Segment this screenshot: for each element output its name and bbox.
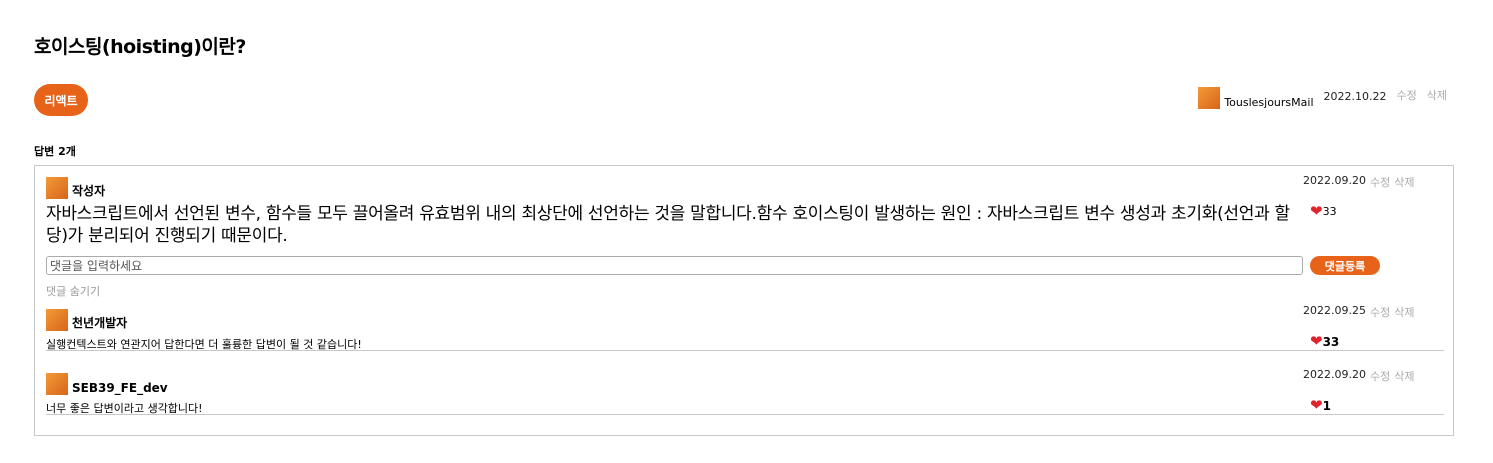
comment-author[interactable]: SEB39_FE_dev: [46, 373, 168, 395]
answer-card: 작성자 2022.09.20 수정 삭제 자바스크립트에서 선언된 변수, 함수…: [34, 165, 1454, 436]
answer-count: 답변 2개: [34, 145, 76, 158]
comment-like-button[interactable]: ❤ 1: [1310, 398, 1331, 413]
comment-delete-button[interactable]: 삭제: [1394, 304, 1414, 320]
comment-author[interactable]: 천년개발자: [46, 309, 127, 331]
question-date: 2022.10.22: [1323, 90, 1387, 103]
comment-item: 천년개발자 2022.09.25 수정 삭제 실행컨텍스트와 연관지어 답한다면…: [46, 304, 1444, 351]
hide-comments-link[interactable]: 댓글 숨기기: [46, 283, 100, 299]
comment-like-count: 1: [1322, 398, 1331, 413]
question-author-name: TouslesjoursMail: [1224, 96, 1314, 109]
comment-author-name: SEB39_FE_dev: [72, 381, 168, 395]
comment-meta: 2022.09.25 수정 삭제: [1303, 304, 1414, 320]
comment-like-button[interactable]: ❤ 33: [1310, 334, 1339, 349]
answer-like-count: 33: [1322, 205, 1337, 218]
page-title: 호이스팅(hoisting)이란?: [34, 36, 246, 58]
answer-author[interactable]: 작성자: [46, 177, 105, 199]
question-delete-button[interactable]: 삭제: [1427, 87, 1447, 103]
avatar: [46, 177, 68, 199]
comment-text: 너무 좋은 답변이라고 생각합니다!: [46, 402, 203, 415]
tag-button[interactable]: 리액트: [34, 84, 88, 116]
question-author[interactable]: TouslesjoursMail: [1198, 87, 1314, 109]
heart-icon: ❤: [1310, 202, 1323, 220]
answer-meta: 2022.09.20 수정 삭제: [1303, 174, 1414, 190]
question-edit-button[interactable]: 수정: [1397, 87, 1417, 103]
comment-author-name: 천년개발자: [72, 316, 128, 330]
answer-author-name: 작성자: [72, 184, 106, 198]
comment-date: 2022.09.20: [1303, 368, 1366, 381]
heart-icon: ❤: [1310, 396, 1323, 414]
answer-like-button[interactable]: ❤ 33: [1310, 204, 1337, 219]
comment-delete-button[interactable]: 삭제: [1394, 368, 1414, 384]
comment-text: 실행컨텍스트와 연관지어 답한다면 더 훌륭한 답변이 될 것 같습니다!: [46, 338, 362, 351]
comment-input[interactable]: [46, 256, 1303, 275]
comment-item: SEB39_FE_dev 2022.09.20 수정 삭제 너무 좋은 답변이라…: [46, 368, 1444, 415]
question-meta: TouslesjoursMail 2022.10.22 수정 삭제: [1198, 87, 1447, 109]
answer-edit-button[interactable]: 수정: [1370, 174, 1390, 190]
avatar: [46, 373, 68, 395]
comment-submit-button[interactable]: 댓글등록: [1310, 256, 1380, 275]
answer-date: 2022.09.20: [1303, 174, 1366, 187]
heart-icon: ❤: [1310, 332, 1323, 350]
comment-edit-button[interactable]: 수정: [1370, 304, 1390, 320]
comment-meta: 2022.09.20 수정 삭제: [1303, 368, 1414, 384]
answer-body: 자바스크립트에서 선언된 변수, 함수들 모두 끌어올려 유효범위 내의 최상단…: [46, 204, 1290, 246]
avatar: [1198, 87, 1221, 109]
comment-like-count: 33: [1322, 334, 1340, 349]
avatar: [46, 309, 68, 331]
comment-date: 2022.09.25: [1303, 304, 1366, 317]
comment-edit-button[interactable]: 수정: [1370, 368, 1390, 384]
answer-delete-button[interactable]: 삭제: [1394, 174, 1414, 190]
